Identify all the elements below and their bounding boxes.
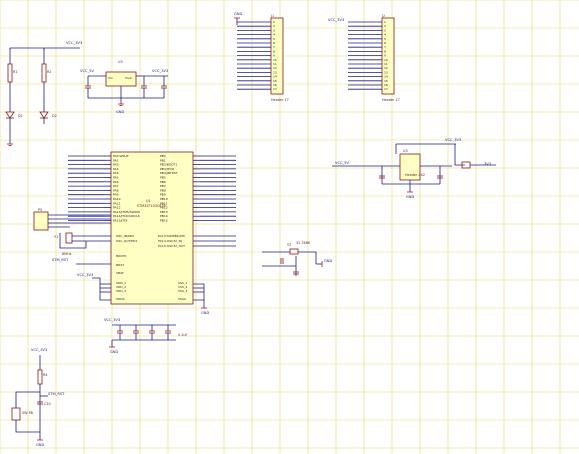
mcu-pc-pin: PC15-OSC32_OUT [158,244,185,248]
header-j1: GND J1 1234567891011121314151617 Header … [234,12,289,102]
led-d1 [5,111,15,119]
r2-label: R2 [47,70,52,74]
crystal-y2 [289,248,299,255]
y2-label: Y2 [287,243,291,247]
r1-label: R1 [13,70,18,74]
ldo-gnd-label: GND [116,110,124,114]
r4-label: R4 [43,373,48,377]
resistor-r4 [37,369,43,385]
rtc-gnd-label: GND [324,259,332,263]
crystal-y1: Y1 8MHz [54,232,111,256]
c10-label: C10 [44,402,51,406]
reset-circuit: VCC_3V3 R4 STM_RST SW-PB C10 GND [11,348,65,447]
ldo-name: U3 [118,60,123,64]
caps-val: 0.1uF [178,333,188,337]
caps-gnd-label: GND [110,350,118,354]
rst-net-label: STM_RST [52,258,69,262]
right-in-label: VCC_5V [335,161,350,165]
mcu-u1: U1 STM32F103C8T6 PA0-WKUPPA1PA2PA3PA4PA5… [52,151,236,315]
y1-val: 8MHz [62,252,72,256]
reset-vcc-label: VCC_3V3 [31,348,47,352]
mcu-vcc-label: VCC_3V3 [77,273,93,277]
ldo-out-pin: Vout [125,76,133,80]
y1-label: Y1 [54,235,58,239]
led-branch: VCC_3V3 R1 R2 D1 D2 [5,41,82,146]
j1-name: J1 [270,14,274,18]
right-gnd-label: GND [406,195,414,199]
right-regulator: VCC_3V3 VCC_5V U3 3V3 GND Header 4X2 [332,138,496,199]
boot0-pin: BOOT0 [116,254,127,258]
mcu-pc-pin: PC13-TAMPER-RTC [158,234,185,238]
mcu-pa-pin: PA15/JTDI [113,219,128,223]
resistor-r2 [41,63,47,83]
mcu-pb-pin: PB15 [160,219,168,223]
d1-label: D1 [18,114,23,118]
mcu-gnd-label: GND [201,311,209,315]
right-ldo-name: U3 [403,149,408,153]
swd-header-p5: P5 [33,208,111,231]
p5-name: P5 [38,208,42,212]
led-d2 [39,111,49,119]
mcu-pc-pin: PC14-OSC32_IN [158,239,182,243]
right-header-type: Header 4X2 [405,173,425,177]
j2-type: Header 17 [382,98,400,102]
sw-label: SW-PB [22,411,34,415]
ldo-vin-label: VCC_5V [80,69,95,73]
reset-gnd-label: GND [36,443,44,447]
osc-in-pin: OSC_IN/PD0 [116,234,134,238]
vss3-pin: VSS_3 [178,289,187,293]
vssa-pin: VSSA [178,297,187,301]
right-vcc-label: VCC_3V3 [445,138,461,142]
header-pin-number: 17 [273,87,277,91]
caps-vcc-label: VCC_3V3 [104,318,120,322]
p5-body [33,211,49,231]
rtc-crystal: Y2 32.768K GND [262,241,332,276]
vdd3-pin: VDD_3 [116,289,126,293]
j2-vcc-label: VCC_3V3 [328,18,344,22]
ldo-regulator: VCC_5V VCC_3V3 U3 Vin Vout GND [80,60,168,114]
reset-net-label: STM_RST [48,392,65,396]
j2-name: J2 [381,14,385,18]
mcu-name: U1 [146,199,151,203]
y2-val: 32.768K [296,241,311,245]
nrst-pin: NRST [116,263,124,267]
ldo-vout-label: VCC_3V3 [152,69,168,73]
d2-label: D2 [52,114,57,118]
vdda-pin: VDDA [116,297,126,301]
osc-out-pin: OSC_OUT/PD1 [116,239,137,243]
schematic-sheet: VCC_3V3 R1 R2 D1 D2 VCC_5V VCC_3V3 U3 Vi… [0,0,579,454]
vbat-pin: VBAT [116,271,124,275]
j1-type: Header 17 [271,98,289,102]
ldo-in-pin: Vin [108,76,113,80]
vcc-label-top: VCC_3V3 [66,41,82,45]
reset-switch [11,407,21,421]
j1-gnd-label: GND [234,12,242,16]
resistor-r1 [7,63,13,83]
crystal-y1-body [65,232,73,244]
header-pin-number: 17 [384,87,388,91]
